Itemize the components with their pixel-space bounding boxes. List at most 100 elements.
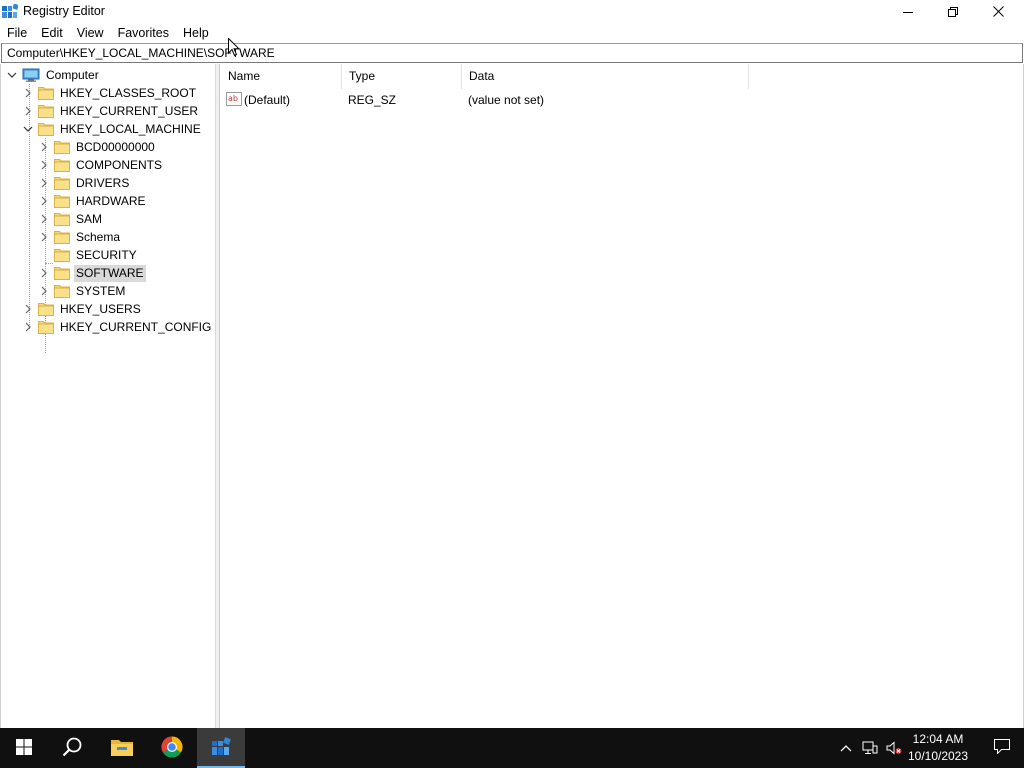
close-icon	[992, 6, 1004, 17]
start-icon	[16, 738, 32, 758]
folder-icon	[38, 104, 54, 118]
tree-node-hkey-classes-root[interactable]: HKEY_CLASSES_ROOT	[22, 84, 198, 102]
folder-icon	[54, 266, 70, 280]
chevron-up-icon[interactable]	[838, 740, 854, 756]
minimize-button[interactable]	[885, 0, 931, 23]
folder-icon	[38, 320, 54, 334]
column-header-type[interactable]: Type	[342, 64, 462, 89]
list-header: Name Type Data	[221, 64, 749, 89]
column-header-name[interactable]: Name	[221, 64, 342, 89]
values-list[interactable]: Name Type Data ab (Default) REG_SZ (valu…	[221, 64, 1024, 728]
restore-icon	[948, 6, 958, 17]
folder-icon	[54, 140, 70, 154]
title-bar: Registry Editor	[0, 0, 1024, 23]
chevron-right-icon[interactable]	[22, 105, 34, 117]
tree-node-components[interactable]: COMPONENTS	[38, 156, 164, 174]
tree-label: SAM	[76, 211, 103, 226]
search-button[interactable]	[48, 728, 96, 768]
chevron-right-icon[interactable]	[38, 267, 50, 279]
chevron-right-icon[interactable]	[38, 231, 50, 243]
taskbar: 12:04 AM 10/10/2023	[0, 728, 1024, 768]
restore-button[interactable]	[930, 0, 976, 23]
tree-label: SECURITY	[76, 247, 137, 262]
chevron-right-icon[interactable]	[22, 303, 34, 315]
tree-label: HKEY_LOCAL_MACHINE	[60, 121, 201, 136]
value-name: (Default)	[244, 93, 291, 107]
close-button[interactable]	[975, 0, 1021, 23]
address-bar[interactable]: Computer\HKEY_LOCAL_MACHINE\SOFTWARE	[1, 43, 1023, 63]
folder-icon	[38, 302, 54, 316]
computer-icon	[22, 68, 40, 82]
tree-node-computer[interactable]: Computer	[6, 66, 101, 84]
string-value-icon: ab	[226, 91, 242, 107]
menu-view[interactable]: View	[70, 23, 111, 43]
tree-label: HKEY_CURRENT_CONFIG	[60, 319, 212, 334]
taskbar-chrome[interactable]	[148, 728, 196, 768]
tree-node-bcd00000000[interactable]: BCD00000000	[38, 138, 157, 156]
regedit-icon	[210, 736, 232, 761]
chevron-down-icon[interactable]	[22, 123, 34, 135]
chevron-right-icon[interactable]	[38, 177, 50, 189]
taskbar-file-explorer[interactable]	[98, 728, 146, 768]
chevron-right-icon[interactable]	[22, 321, 34, 333]
tree-node-sam[interactable]: SAM	[38, 210, 104, 228]
tree-label-selected: SOFTWARE	[74, 264, 146, 282]
tree-node-hkey-users[interactable]: HKEY_USERS	[22, 300, 143, 318]
window-title: Registry Editor	[23, 4, 105, 18]
tree-node-hkey-current-user[interactable]: HKEY_CURRENT_USER	[22, 102, 200, 120]
regedit-icon	[2, 3, 19, 20]
menu-file[interactable]: File	[0, 23, 34, 43]
tree-label: Schema	[76, 229, 121, 244]
folder-icon	[54, 284, 70, 298]
menu-favorites[interactable]: Favorites	[111, 23, 176, 43]
folder-open-icon	[38, 122, 54, 136]
tree-label: BCD00000000	[76, 139, 155, 154]
tree-label: DRIVERS	[76, 175, 130, 190]
folder-icon	[38, 86, 54, 100]
chevron-right-icon[interactable]	[38, 285, 50, 297]
chevron-right-icon[interactable]	[38, 195, 50, 207]
file-explorer-icon	[111, 738, 133, 759]
folder-icon	[54, 230, 70, 244]
tree-node-software[interactable]: SOFTWARE	[38, 264, 146, 282]
start-button[interactable]	[0, 728, 48, 768]
column-header-data[interactable]: Data	[462, 64, 749, 89]
tree-node-system[interactable]: SYSTEM	[38, 282, 127, 300]
search-icon	[62, 737, 82, 760]
tree-label: HKEY_CURRENT_USER	[60, 103, 199, 118]
clock-time: 12:04 AM	[912, 732, 964, 746]
tree-node-drivers[interactable]: DRIVERS	[38, 174, 131, 192]
list-item[interactable]: ab (Default) REG_SZ (value not set)	[221, 91, 749, 109]
folder-icon	[54, 176, 70, 190]
tree-node-hardware[interactable]: HARDWARE	[38, 192, 148, 210]
key-tree[interactable]: Computer HKEY_CLASSES_ROOT HKEY_CURRENT_…	[0, 64, 216, 728]
notification-button[interactable]	[980, 728, 1024, 768]
tree-label: SYSTEM	[76, 283, 126, 298]
chevron-right-icon[interactable]	[38, 159, 50, 171]
taskbar-registry-editor[interactable]	[197, 728, 245, 768]
tree-label: HARDWARE	[76, 193, 146, 208]
tree-node-hkey-local-machine[interactable]: HKEY_LOCAL_MACHINE	[22, 120, 203, 138]
value-type: REG_SZ	[348, 93, 397, 107]
minimize-icon	[903, 7, 913, 17]
tree-label: Computer	[46, 67, 99, 82]
chevron-down-icon[interactable]	[6, 69, 18, 81]
menu-bar: File Edit View Favorites Help	[0, 23, 1024, 43]
tree-node-hkey-current-config[interactable]: HKEY_CURRENT_CONFIG	[22, 318, 213, 336]
network-icon[interactable]	[862, 740, 878, 756]
tree-label: COMPONENTS	[76, 157, 163, 172]
pane-splitter[interactable]	[216, 64, 220, 728]
tree-label: HKEY_USERS	[60, 301, 141, 316]
taskbar-clock[interactable]: 12:04 AM 10/10/2023	[900, 731, 976, 765]
chevron-right-icon[interactable]	[38, 213, 50, 225]
chevron-right-icon[interactable]	[22, 87, 34, 99]
menu-edit[interactable]: Edit	[34, 23, 70, 43]
tree-node-schema[interactable]: Schema	[38, 228, 122, 246]
chevron-right-icon[interactable]	[38, 141, 50, 153]
folder-icon	[54, 194, 70, 208]
menu-help[interactable]: Help	[176, 23, 216, 43]
chrome-icon	[161, 736, 183, 761]
mouse-cursor-icon	[228, 37, 241, 57]
clock-date: 10/10/2023	[907, 749, 969, 763]
tree-node-security[interactable]: SECURITY	[38, 246, 139, 264]
